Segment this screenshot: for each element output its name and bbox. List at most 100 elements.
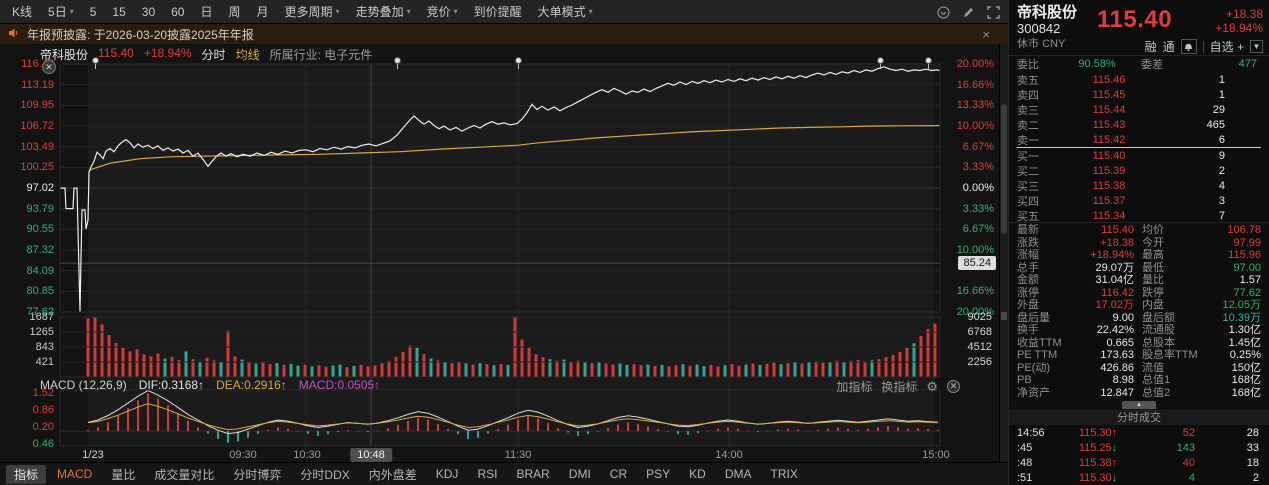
toolbar-item[interactable]: 30	[134, 5, 163, 19]
scrollbar-mark	[1001, 312, 1007, 320]
stat-value: 1.30亿	[1228, 324, 1261, 337]
indicator-tab[interactable]: PSY	[638, 466, 678, 482]
scrollbar-thumb[interactable]	[1001, 104, 1007, 234]
ask-row[interactable]: 卖三 115.44 29	[1017, 102, 1261, 117]
toolbar-item[interactable]: 竞价 ▾	[419, 3, 466, 20]
event-pin-icon[interactable]	[514, 57, 522, 70]
mode-intraday-label[interactable]: 分时	[202, 46, 226, 63]
event-pin-icon[interactable]	[393, 57, 401, 70]
stat-value: 116.42	[1101, 286, 1134, 299]
event-pin-icon[interactable]	[91, 57, 99, 70]
event-pin-icon[interactable]	[924, 57, 932, 70]
indicator-tabbar: 指标 MACD 量比 成交量对比 分时博弈 分时DDX 内外盘差 KDJ RSI BRAR DMI C…	[0, 462, 1008, 485]
chart-change-pct: +18.94%	[143, 46, 192, 60]
stat-value: 426.86	[1100, 361, 1134, 374]
indicator-tab[interactable]: KDJ	[428, 466, 467, 482]
ask-row[interactable]: 卖一 115.42 6	[1017, 132, 1261, 147]
indicator-tab[interactable]: CR	[602, 466, 635, 482]
pencil-icon[interactable]	[962, 6, 975, 19]
indicator-tab[interactable]: 分时博弈	[225, 465, 289, 484]
ask-row[interactable]: 卖五 115.46 1	[1017, 72, 1261, 87]
alert-bell-icon[interactable]	[1180, 39, 1197, 54]
price-axis-tick: 97.02	[26, 182, 54, 194]
history-clock-icon[interactable]	[937, 6, 950, 19]
stat-label: 涨跌	[1017, 236, 1039, 249]
indicator-tab[interactable]: DMI	[561, 466, 599, 482]
stat-row: 总手 29.07万 最低 97.00	[1017, 262, 1261, 275]
bid-row[interactable]: 买一 115.40 9	[1017, 148, 1261, 163]
gear-icon[interactable]: ⚙	[926, 379, 938, 395]
watchlist-dropdown-icon[interactable]: ▼	[1250, 40, 1263, 53]
bid-row[interactable]: 买五 115.34 7	[1017, 208, 1261, 223]
toolbar-item[interactable]: 60	[163, 5, 192, 19]
toolbar-item[interactable]: 5	[82, 5, 105, 19]
toolbar-item[interactable]: 大单模式 ▾	[530, 3, 601, 20]
bid-row[interactable]: 买二 115.39 2	[1017, 163, 1261, 178]
stat-value: 9.00	[1112, 311, 1134, 324]
bid-row[interactable]: 买三 115.38 4	[1017, 178, 1261, 193]
indicator-tab[interactable]: RSI	[469, 466, 505, 482]
stat-label: PB	[1017, 374, 1032, 387]
add-watchlist-button[interactable]: 自选 +	[1210, 38, 1244, 55]
indicator-tab[interactable]: 分时DDX	[292, 465, 357, 484]
percent-axis-tick: 16.66%	[956, 78, 994, 91]
toolbar-item[interactable]: K线	[4, 3, 40, 20]
time-axis-label: 09:30	[229, 449, 257, 461]
indicator-tab[interactable]: 量比	[103, 465, 143, 484]
toolbar-item[interactable]: 月	[249, 3, 277, 20]
percent-axis-tick: 3.33%	[962, 161, 994, 174]
stat-label: 最高	[1142, 249, 1164, 262]
bid-row[interactable]: 买四 115.37 3	[1017, 193, 1261, 208]
toolbar-item[interactable]: 15	[104, 5, 133, 19]
indicator-tab[interactable]: DMA	[717, 466, 760, 482]
fullscreen-icon[interactable]	[987, 5, 1000, 19]
toolbar-item[interactable]: 周	[221, 3, 249, 20]
chart-close-icon[interactable]: ✕	[42, 60, 56, 74]
close-indicator-icon[interactable]: ✕	[947, 380, 960, 393]
intraday-chart[interactable]: 帝科股份 115.40 +18.94% 分时 均线 所属行业: 电子元件 ✕ 1…	[0, 44, 1008, 448]
toolbar-item[interactable]: 更多周期 ▾	[277, 3, 348, 20]
volume-axis-tick: 843	[35, 341, 54, 353]
stat-value: 168亿	[1231, 386, 1261, 399]
stat-label: 总手	[1017, 261, 1039, 274]
indicator-tab[interactable]: MACD	[49, 466, 100, 482]
close-icon[interactable]: ×	[982, 27, 1000, 42]
stat-value: 31.04亿	[1095, 274, 1134, 287]
chevron-down-icon: ▾	[335, 7, 340, 16]
chart-scrollbar[interactable]	[999, 44, 1008, 462]
toolbar-item-label: 5日	[48, 5, 67, 19]
ask-row[interactable]: 卖四 115.45 1	[1017, 87, 1261, 102]
trade-time: :45	[1017, 441, 1033, 454]
time-axis-label: 1/23	[82, 449, 104, 461]
stat-value: 97.00	[1233, 261, 1261, 274]
panel-collapse-handle[interactable]: ▲	[1009, 400, 1269, 410]
collapse-arrow-icon: ▲	[1122, 401, 1156, 409]
add-indicator-button[interactable]: 加指标	[836, 378, 872, 395]
indicator-tab[interactable]: TRIX	[763, 466, 806, 482]
toolbar-item[interactable]: 走势叠加 ▾	[348, 3, 419, 20]
quote-badges: 融 通 自选 + ▼	[1145, 38, 1263, 55]
time-axis: 1/23 09:30 10:30 10:48 11:30 14:00 15:00	[0, 448, 1008, 462]
toolbar-item[interactable]: 5日 ▾	[40, 3, 82, 20]
percent-axis-tick: 6.67%	[962, 223, 994, 236]
stat-value: 8.98	[1112, 374, 1134, 387]
toolbar-item[interactable]: 到价提醒	[466, 3, 530, 20]
indicator-tab[interactable]: 成交量对比	[146, 465, 222, 484]
toolbar-item[interactable]: 日	[192, 3, 220, 20]
chevron-down-icon: ▾	[406, 7, 411, 16]
ask-row[interactable]: 卖二 115.43 465	[1017, 117, 1261, 132]
indicator-tab[interactable]: BRAR	[508, 466, 557, 482]
industry-label[interactable]: 所属行业: 电子元件	[270, 46, 373, 63]
indicator-tab[interactable]: KD	[681, 466, 714, 482]
indicator-tab[interactable]: 指标	[6, 464, 47, 484]
event-pin-icon[interactable]	[876, 57, 884, 70]
macd-macd-value: MACD:0.0505↑	[298, 378, 381, 392]
connect-badge: 通	[1162, 40, 1175, 54]
switch-indicator-button[interactable]: 换指标	[881, 378, 917, 395]
stat-value: 173.63	[1100, 349, 1134, 362]
price-axis-tick: 93.79	[26, 202, 54, 215]
indicator-tab[interactable]: 内外盘差	[361, 465, 425, 484]
bid-volume: 9	[1218, 150, 1225, 162]
avg-line-label[interactable]: 均线	[236, 46, 260, 63]
ask-price: 115.43	[1092, 119, 1126, 131]
